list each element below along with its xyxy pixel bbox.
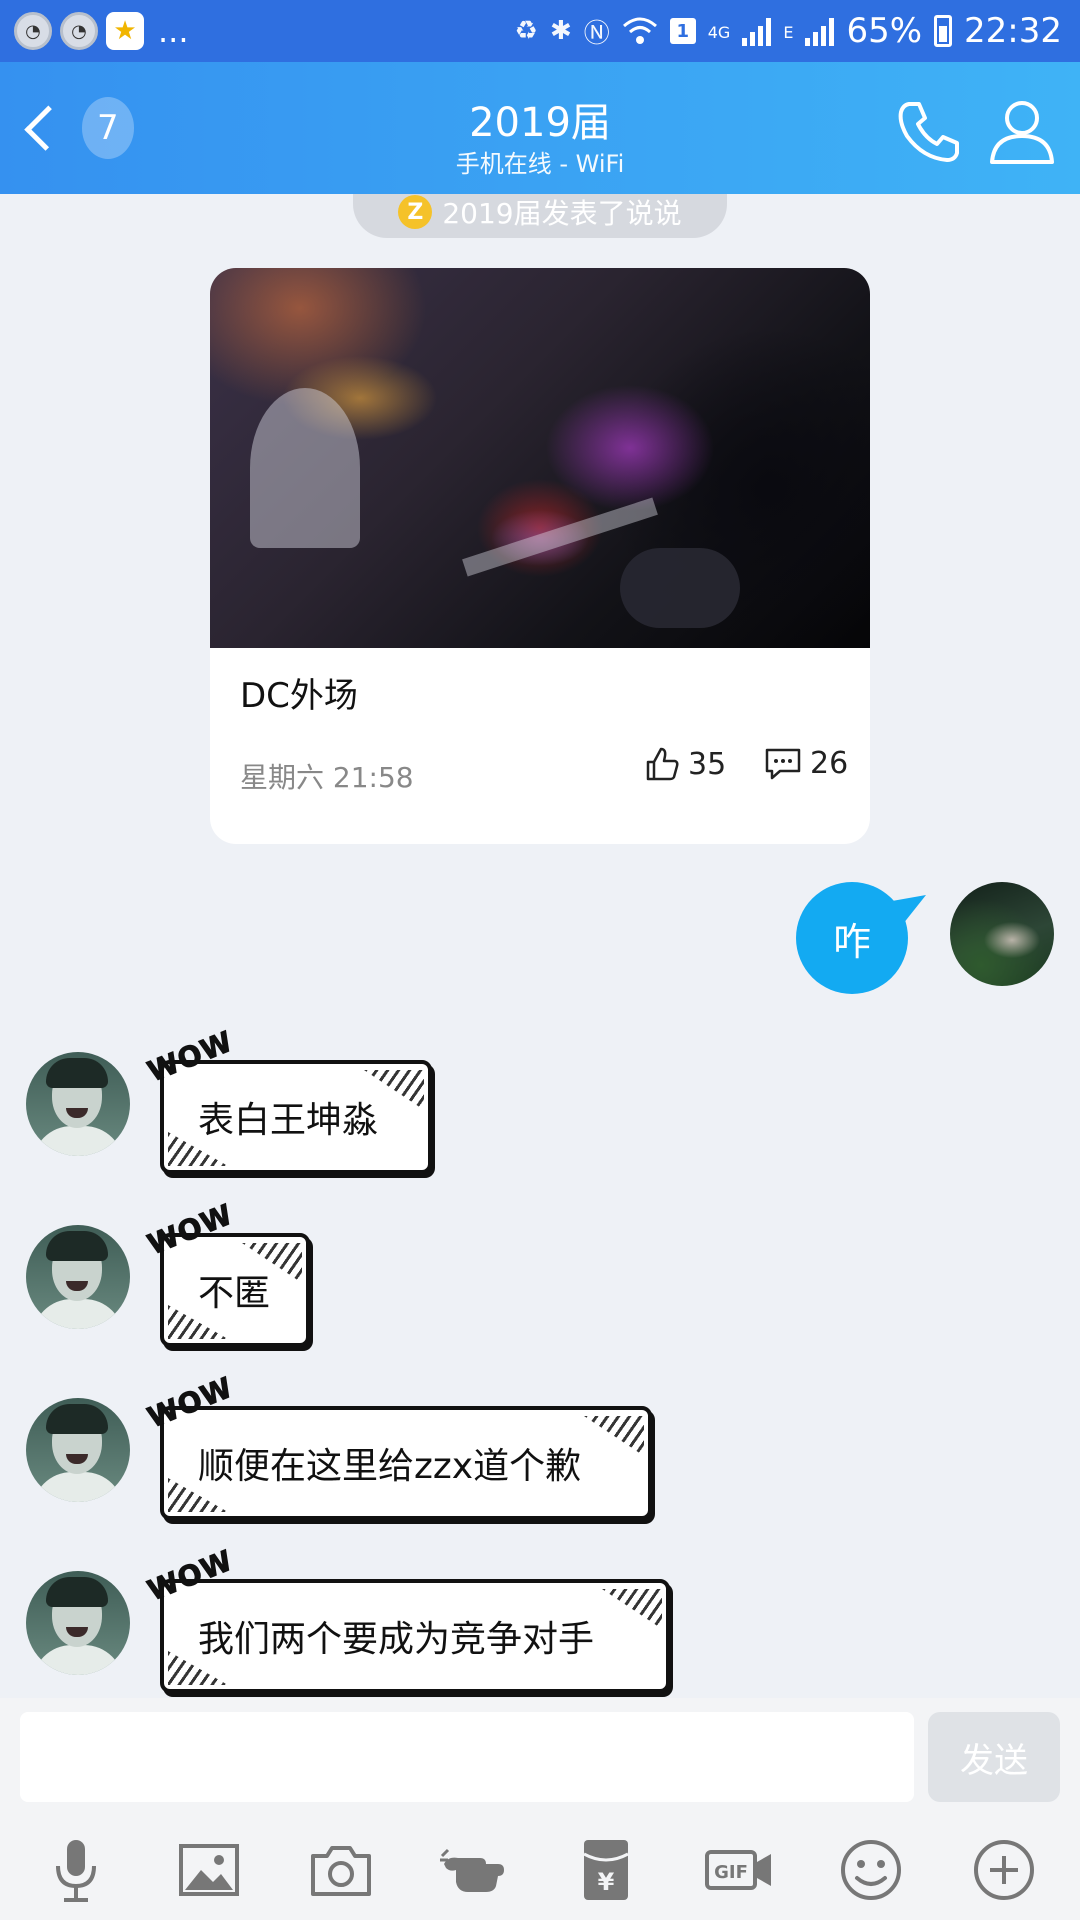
message-input[interactable] [20, 1712, 914, 1802]
message-text: 顺便在这里给zzx道个歉 [198, 1446, 582, 1487]
message-bubble[interactable]: 表白王坤淼 [160, 1060, 432, 1174]
photo-shoe [620, 548, 740, 628]
comment-count: 26 [810, 746, 849, 781]
network-e-label: E [783, 23, 794, 42]
input-bar: 发送 ¥ GIF [0, 1698, 1080, 1920]
system-indicators: ♻ ✱ Ⓝ 1 4G E 65% 22:32 [515, 11, 1062, 51]
comment-button[interactable]: 26 [764, 746, 848, 781]
sender-avatar[interactable] [26, 1571, 130, 1675]
like-button[interactable]: 35 [644, 746, 726, 782]
message-bubble[interactable]: 顺便在这里给zzx道个歉 [160, 1406, 652, 1520]
comment-icon [765, 748, 801, 779]
phone-icon[interactable] [895, 96, 965, 166]
nfc-icon: Ⓝ [583, 18, 610, 49]
svg-text:¥: ¥ [598, 1868, 615, 1896]
qq-notification-icon: ◔ [14, 12, 52, 50]
post-caption: DC外场 [240, 676, 358, 716]
message-text: 不匿 [198, 1273, 271, 1314]
my-avatar[interactable] [950, 882, 1054, 986]
camera-icon[interactable] [305, 1834, 377, 1906]
signal-icon [742, 16, 772, 46]
gif-icon[interactable]: GIF [703, 1834, 775, 1906]
notification-icons: ◔ ◔ ★ ... [14, 12, 189, 50]
chat-header: 7 2019届 手机在线 - WiFi [0, 62, 1080, 194]
avatar-shirt [32, 1645, 124, 1675]
post-photo[interactable] [210, 268, 870, 648]
qzone-star-icon: ★ [106, 12, 144, 50]
network-4g-label: 4G [707, 23, 731, 42]
avatar-shirt [32, 1472, 124, 1502]
message-text: 表白王坤淼 [198, 1100, 379, 1141]
avatar-shirt [32, 1126, 124, 1156]
shared-post-card[interactable]: DC外场 星期六 21:58 35 26 [210, 268, 870, 844]
microphone-icon[interactable] [40, 1834, 112, 1906]
thumbs-up-icon [646, 747, 679, 781]
qq-notification-icon-2: ◔ [60, 12, 98, 50]
bluetooth-icon: ✱ [549, 16, 572, 46]
message-row: 我们两个要成为竞争对手 WOW [0, 1543, 1080, 1693]
avatar-hair [46, 1058, 108, 1088]
signal-icon-2 [805, 16, 835, 46]
feed-notice-text: 2019届发表了说说 [442, 197, 682, 230]
avatar-hair [46, 1577, 108, 1607]
image-icon[interactable] [173, 1834, 245, 1906]
message-row: 不匿 WOW [0, 1197, 1080, 1347]
message-bubble[interactable]: 我们两个要成为竞争对手 [160, 1579, 670, 1693]
input-toolbar: ¥ GIF [0, 1820, 1080, 1920]
send-button[interactable]: 发送 [928, 1712, 1060, 1802]
clock: 22:32 [964, 11, 1062, 51]
plus-icon[interactable] [968, 1834, 1040, 1906]
avatar-shirt [32, 1299, 124, 1329]
message-row: 顺便在这里给zzx道个歉 WOW [0, 1370, 1080, 1520]
battery-percent: 65% [846, 11, 923, 51]
message-row: 表白王坤淼 WOW [0, 1024, 1080, 1174]
red-packet-icon[interactable]: ¥ [570, 1834, 642, 1906]
svg-text:GIF: GIF [714, 1862, 748, 1883]
sim-slot-badge: 1 [669, 18, 696, 44]
emoji-icon[interactable] [835, 1834, 907, 1906]
post-timestamp: 星期六 21:58 [240, 761, 414, 794]
sender-avatar[interactable] [26, 1225, 130, 1329]
wifi-icon [622, 17, 657, 44]
like-count: 35 [688, 746, 727, 782]
sender-avatar[interactable] [26, 1052, 130, 1156]
sender-avatar[interactable] [26, 1398, 130, 1502]
poke-icon[interactable] [438, 1834, 510, 1906]
avatar-hair [46, 1231, 108, 1261]
profile-icon[interactable] [986, 96, 1058, 166]
more-notifications: ... [158, 12, 189, 50]
my-message-bubble[interactable]: 咋 [796, 882, 908, 994]
message-text: 我们两个要成为竞争对手 [198, 1619, 595, 1660]
battery-saver-icon: ♻ [514, 16, 538, 46]
status-bar: ◔ ◔ ★ ... ♻ ✱ Ⓝ 1 4G E 65% 22:32 [0, 0, 1080, 62]
battery-icon [934, 15, 953, 47]
avatar-hair [46, 1404, 108, 1434]
qzone-star-icon: Z [398, 195, 433, 229]
photo-person [250, 388, 360, 548]
